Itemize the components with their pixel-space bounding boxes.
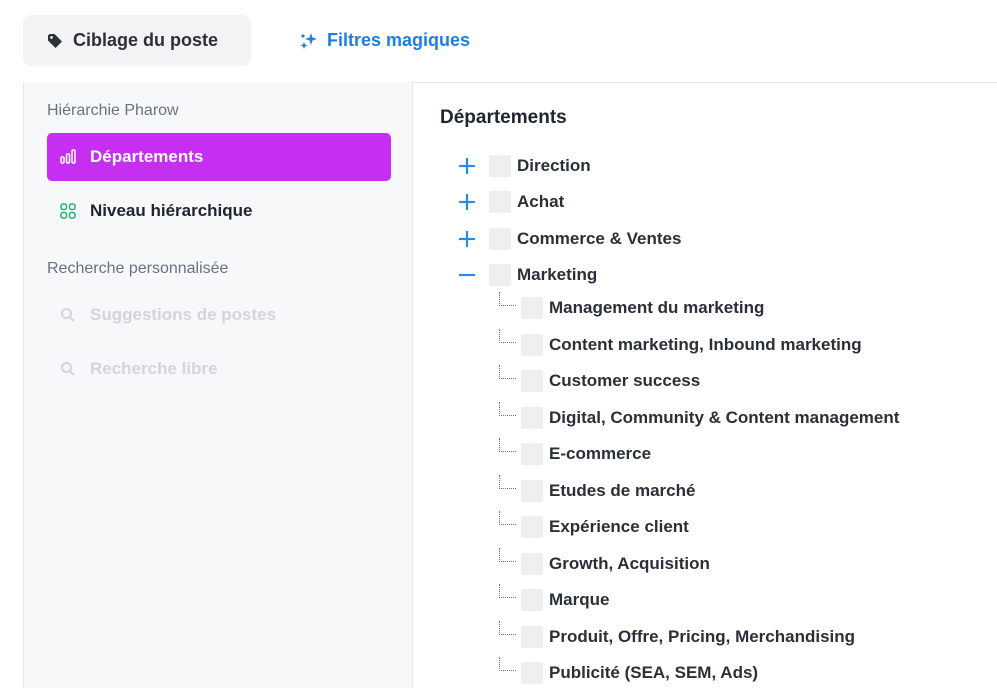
- subdepartment-label: Digital, Community & Content management: [549, 408, 900, 427]
- subdepartment-row: Content marketing, Inbound marketing: [521, 332, 862, 358]
- subdepartment-checkbox[interactable]: [521, 443, 543, 465]
- department-label: Commerce & Ventes: [517, 229, 682, 248]
- subdepartment-checkbox[interactable]: [521, 334, 543, 356]
- department-checkbox[interactable]: [489, 155, 511, 177]
- bar-chart-icon: [57, 146, 79, 168]
- tree-connector: [499, 329, 516, 343]
- sidebar-item-level[interactable]: Niveau hiérarchique: [47, 187, 391, 235]
- department-checkbox[interactable]: [489, 191, 511, 213]
- subdepartment-row: Produit, Offre, Pricing, Merchandising: [521, 624, 855, 650]
- subdepartment-checkbox[interactable]: [521, 589, 543, 611]
- subdepartment-label: Customer success: [549, 371, 701, 390]
- subdepartment-label: Management du marketing: [549, 298, 765, 317]
- tree-connector: [499, 584, 516, 598]
- subdepartment-label: Marque: [549, 590, 610, 609]
- subdepartment-row: Growth, Acquisition: [521, 551, 710, 577]
- tree-connector: [499, 621, 516, 635]
- search-icon: [57, 358, 79, 380]
- department-label: Marketing: [517, 265, 598, 284]
- subdepartment-checkbox[interactable]: [521, 516, 543, 538]
- subdepartment-row: Customer success: [521, 368, 700, 394]
- sparkles-icon: [299, 31, 319, 51]
- search-icon: [57, 304, 79, 326]
- tree-connector: [499, 438, 516, 452]
- sidebar-item-level-label: Niveau hiérarchique: [90, 201, 253, 220]
- subdepartment-label: Growth, Acquisition: [549, 554, 710, 573]
- tab-magic-filters-label: Filtres magiques: [327, 30, 471, 50]
- subdepartment-row: Management du marketing: [521, 295, 764, 321]
- subdepartment-label: Publicité (SEA, SEM, Ads): [549, 663, 759, 682]
- department-row: Direction: [489, 153, 591, 179]
- sidebar-item-departments-label: Départements: [90, 147, 204, 166]
- subdepartment-row: Digital, Community & Content management: [521, 405, 899, 431]
- department-label: Achat: [517, 192, 565, 211]
- tree-connector: [499, 292, 516, 306]
- subdepartment-row: Marque: [521, 587, 609, 613]
- page-title: Départements: [440, 107, 567, 128]
- expand-icon[interactable]: [456, 191, 478, 213]
- subdepartment-label: Etudes de marché: [549, 481, 696, 500]
- subdepartment-row: E-commerce: [521, 441, 651, 467]
- section-title-custom-search: Recherche personnalisée: [47, 260, 229, 277]
- collapse-icon[interactable]: [456, 264, 478, 286]
- sidebar-item-departments[interactable]: Départements: [47, 133, 391, 181]
- tag-icon: [45, 31, 65, 51]
- sidebar: Hiérarchie Pharow Départements Niveau hi…: [23, 82, 413, 688]
- subdepartment-row: Expérience client: [521, 514, 689, 540]
- tree-connector: [499, 511, 516, 525]
- subdepartment-checkbox[interactable]: [521, 553, 543, 575]
- department-row: Achat: [489, 189, 564, 215]
- tab-magic-filters[interactable]: Filtres magiques: [251, 15, 470, 66]
- sidebar-item-free-search: Recherche libre: [47, 345, 391, 393]
- subdepartment-row: Publicité (SEA, SEM, Ads): [521, 660, 758, 686]
- sidebar-item-free-search-label: Recherche libre: [90, 359, 218, 378]
- department-label: Direction: [517, 156, 591, 175]
- expand-icon[interactable]: [456, 228, 478, 250]
- tree-connector: [499, 548, 516, 562]
- section-title-hierarchy: Hiérarchie Pharow: [47, 102, 179, 119]
- sidebar-item-suggestions: Suggestions de postes: [47, 291, 391, 339]
- subdepartment-row: Etudes de marché: [521, 478, 695, 504]
- department-row: Marketing: [489, 262, 597, 288]
- department-row: Commerce & Ventes: [489, 226, 681, 252]
- sidebar-item-suggestions-label: Suggestions de postes: [90, 305, 277, 324]
- tab-job-targeting-label: Ciblage du poste: [73, 30, 219, 50]
- subdepartment-checkbox[interactable]: [521, 407, 543, 429]
- tree-connector: [499, 402, 516, 416]
- expand-icon[interactable]: [456, 155, 478, 177]
- subdepartment-label: Expérience client: [549, 517, 689, 536]
- grid-icon: [57, 200, 79, 222]
- subdepartment-label: Produit, Offre, Pricing, Merchandising: [549, 627, 856, 646]
- tree-connector: [499, 475, 516, 489]
- tree-connector: [499, 657, 516, 671]
- subdepartment-checkbox[interactable]: [521, 370, 543, 392]
- department-checkbox[interactable]: [489, 264, 511, 286]
- subdepartment-checkbox[interactable]: [521, 297, 543, 319]
- subdepartment-label: Content marketing, Inbound marketing: [549, 335, 862, 354]
- subdepartment-checkbox[interactable]: [521, 626, 543, 648]
- subdepartment-checkbox[interactable]: [521, 662, 543, 684]
- subdepartment-label: E-commerce: [549, 444, 652, 463]
- tree-connector: [499, 365, 516, 379]
- tab-bar: Ciblage du poste Filtres magiques: [23, 15, 470, 66]
- subdepartment-checkbox[interactable]: [521, 480, 543, 502]
- tab-job-targeting[interactable]: Ciblage du poste: [23, 15, 251, 66]
- department-checkbox[interactable]: [489, 228, 511, 250]
